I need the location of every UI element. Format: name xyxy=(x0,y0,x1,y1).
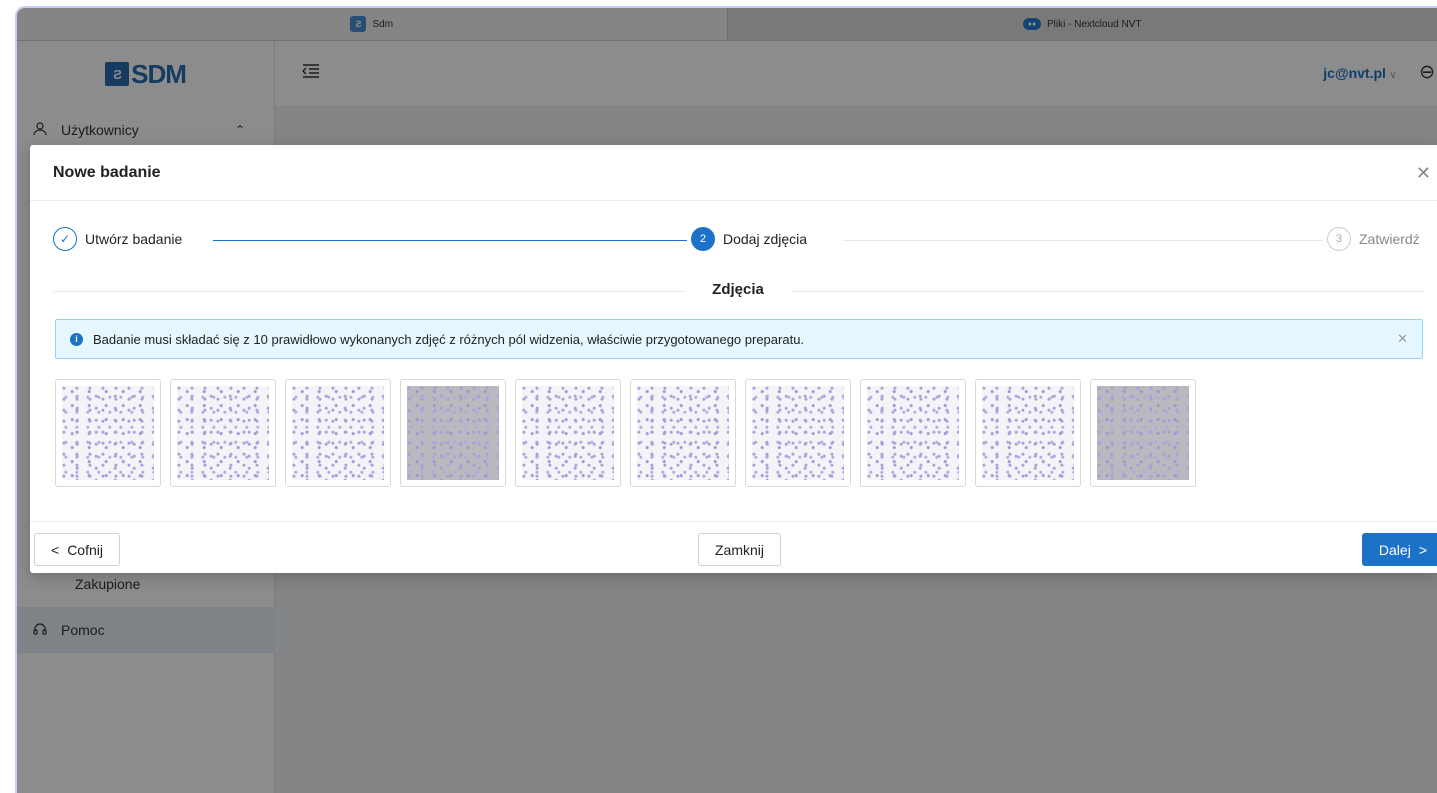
image-thumbnail[interactable] xyxy=(975,379,1081,487)
microscope-image xyxy=(752,386,844,480)
step-number: 3 xyxy=(1327,227,1351,251)
microscope-image xyxy=(62,386,154,480)
step-connector-done xyxy=(213,240,691,241)
step-label: Zatwierdź xyxy=(1359,231,1420,247)
close-icon[interactable]: ✕ xyxy=(1416,163,1431,184)
section-title: Zdjęcia xyxy=(712,281,764,298)
chevron-right-icon: > xyxy=(1418,541,1427,558)
check-icon: ✓ xyxy=(53,227,77,251)
close-button-label: Zamknij xyxy=(715,541,765,558)
browser-window: Ƨ Sdm ●● Pliki - Nextcloud NVT Ƨ SDM Uży… xyxy=(15,6,1437,793)
image-gallery xyxy=(55,379,1196,487)
next-button[interactable]: Dalej > xyxy=(1361,533,1437,566)
steps: ✓ Utwórz badanie 2 Dodaj zdjęcia 3 Zatwi… xyxy=(53,227,1423,255)
info-icon: i xyxy=(70,332,83,346)
microscope-image xyxy=(177,386,269,480)
microscope-image xyxy=(292,386,384,480)
microscope-image xyxy=(407,386,499,480)
new-study-modal: Nowe badanie ✕ ✓ Utwórz badanie 2 Dodaj … xyxy=(30,145,1437,573)
image-thumbnail[interactable] xyxy=(55,379,161,487)
image-thumbnail[interactable] xyxy=(745,379,851,487)
image-thumbnail[interactable] xyxy=(515,379,621,487)
image-thumbnail[interactable] xyxy=(400,379,506,487)
chevron-left-icon: < xyxy=(51,541,60,558)
image-thumbnail[interactable] xyxy=(630,379,736,487)
alert-text: Badanie musi składać się z 10 prawidłowo… xyxy=(93,331,805,347)
modal-footer: < Cofnij Zamknij Dalej > xyxy=(30,521,1437,573)
section-divider: Zdjęcia xyxy=(53,281,1423,301)
microscope-image xyxy=(637,386,729,480)
image-thumbnail[interactable] xyxy=(170,379,276,487)
step-label: Dodaj zdjęcia xyxy=(723,231,808,247)
step-label: Utwórz badanie xyxy=(85,231,183,247)
step-create-study: ✓ Utwórz badanie xyxy=(53,227,195,251)
close-button[interactable]: Zamknij xyxy=(698,533,782,566)
step-connector-pending xyxy=(843,240,1327,241)
microscope-image xyxy=(982,386,1074,480)
info-alert: i Badanie musi składać się z 10 prawidło… xyxy=(55,319,1423,359)
step-add-photos: 2 Dodaj zdjęcia xyxy=(687,227,820,251)
image-thumbnail[interactable] xyxy=(1090,379,1196,487)
image-thumbnail[interactable] xyxy=(860,379,966,487)
step-number: 2 xyxy=(691,227,715,251)
modal-title: Nowe badanie xyxy=(30,145,1437,201)
back-button[interactable]: < Cofnij xyxy=(34,533,120,566)
microscope-image xyxy=(522,386,614,480)
alert-close-icon[interactable]: ✕ xyxy=(1397,331,1408,347)
next-button-label: Dalej xyxy=(1378,541,1411,558)
microscope-image xyxy=(867,386,959,480)
image-thumbnail[interactable] xyxy=(285,379,391,487)
step-confirm: 3 Zatwierdź xyxy=(1323,227,1420,251)
microscope-image xyxy=(1097,386,1189,480)
back-button-label: Cofnij xyxy=(67,541,103,558)
